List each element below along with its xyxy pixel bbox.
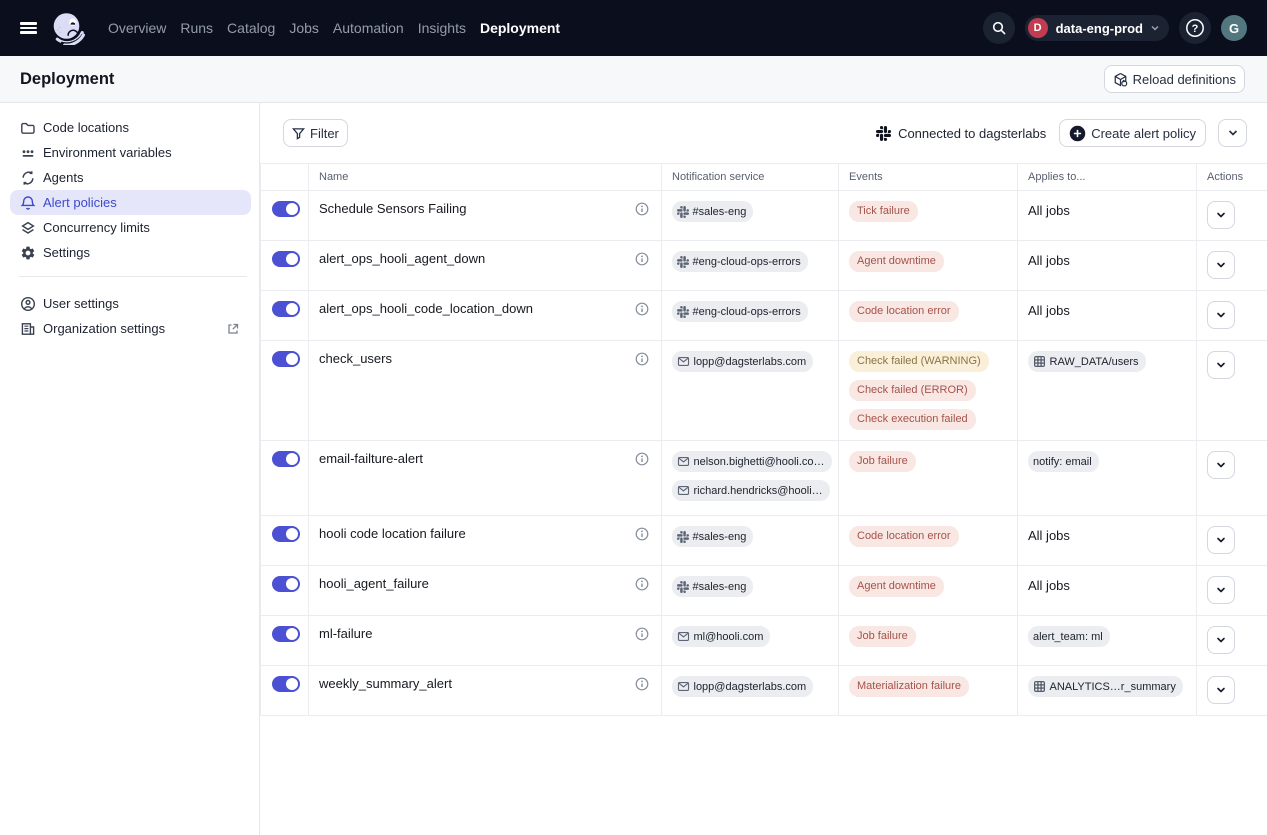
svg-text:?: ? [1192, 23, 1199, 35]
